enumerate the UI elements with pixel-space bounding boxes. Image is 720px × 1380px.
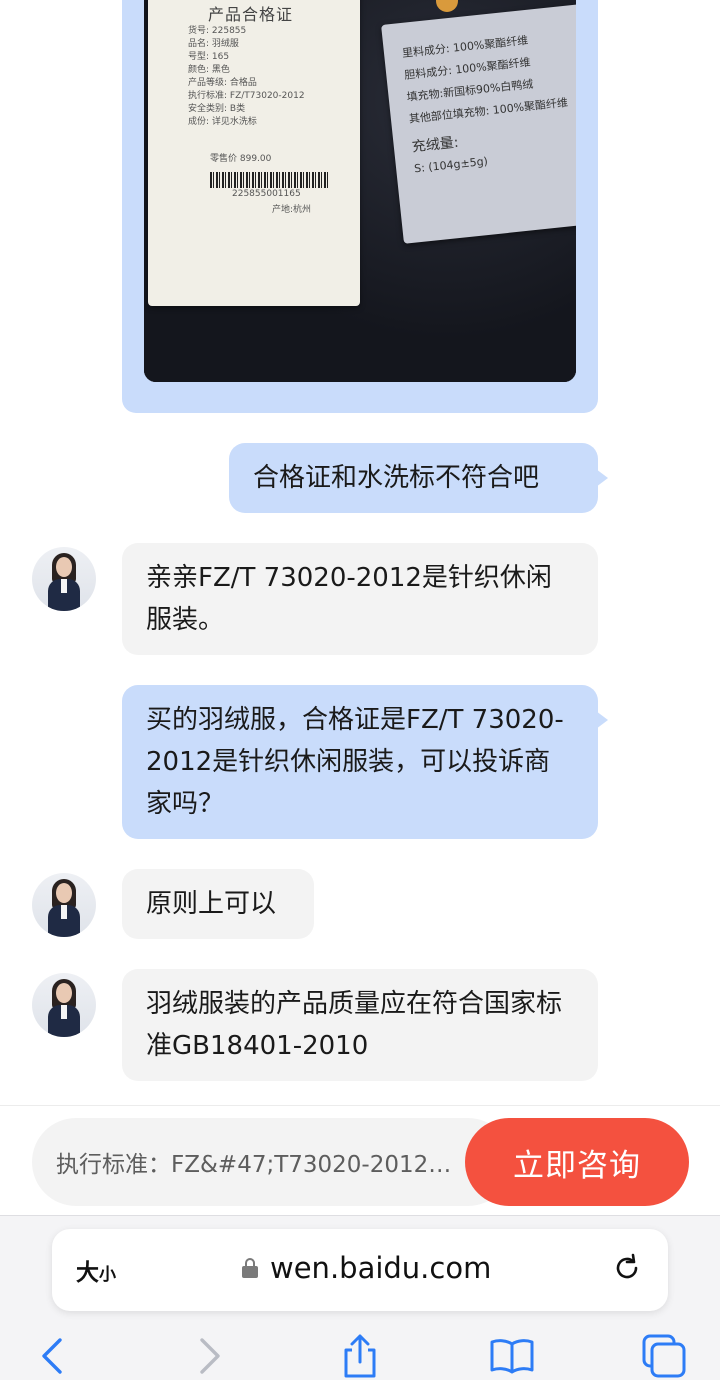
certificate-origin: 产地:杭州 xyxy=(272,205,312,215)
consult-bar: 执行标准：FZ&#47;T73020-2012是针织休闲服装 立即咨询 xyxy=(0,1105,720,1215)
forward-icon[interactable] xyxy=(186,1334,230,1378)
wash-label: 里料成分: 100%聚酯纤维 胆料成分: 100%聚酯纤维 填充物:新国标90%… xyxy=(381,4,576,244)
certificate-price: 零售价 899.00 xyxy=(210,154,272,164)
message-text: 原则上可以 xyxy=(146,889,277,919)
agent-avatar[interactable] xyxy=(32,973,96,1037)
back-icon[interactable] xyxy=(32,1334,76,1378)
question-input-text: 执行标准：FZ&#47;T73020-2012是针织休闲服装 xyxy=(56,1152,456,1178)
lock-icon xyxy=(242,1258,258,1278)
certificate-line: 执行标准: FZ/T73020-2012 xyxy=(188,91,305,101)
avatar-face xyxy=(56,557,72,577)
message-text: 合格证和水洗标不符合吧 xyxy=(253,463,540,493)
certificate-line: 颜色: 黑色 xyxy=(188,65,230,75)
message-text: 亲亲FZ/T 73020-2012是针织休闲服装。 xyxy=(146,563,552,635)
certificate-line: 货号: 225855 xyxy=(188,26,247,36)
agent-avatar[interactable] xyxy=(32,873,96,937)
text-size-button[interactable]: 大小 xyxy=(76,1253,116,1287)
avatar-face xyxy=(56,983,72,1003)
message-text: 买的羽绒服，合格证是FZ/T 73020-2012是针织休闲服装，可以投诉商家吗… xyxy=(146,705,564,819)
label-photo[interactable]: 产品合格证 货号: 225855 品名: 羽绒服 号型: 165 颜色: 黑色 … xyxy=(144,0,576,382)
certificate-line: 安全类别: B类 xyxy=(188,104,246,114)
avatar-shirt xyxy=(61,579,67,593)
avatar-face xyxy=(56,883,72,903)
barcode xyxy=(210,172,328,188)
message-bubble-user[interactable]: 买的羽绒服，合格证是FZ/T 73020-2012是针织休闲服装，可以投诉商家吗… xyxy=(122,685,608,839)
tabs-icon[interactable] xyxy=(642,1334,686,1378)
certificate-line: 号型: 165 xyxy=(188,52,230,62)
chat-area: 产品合格证 货号: 225855 品名: 羽绒服 号型: 165 颜色: 黑色 … xyxy=(0,0,720,1105)
message-bubble-agent[interactable]: 原则上可以 xyxy=(122,869,314,939)
question-input[interactable]: 执行标准：FZ&#47;T73020-2012是针织休闲服装 xyxy=(32,1118,512,1206)
message-text: 羽绒服装的产品质量应在符合国家标准GB18401-2010 xyxy=(146,989,563,1061)
address-bar[interactable]: 大小 wen.baidu.com xyxy=(52,1229,668,1311)
share-icon[interactable] xyxy=(338,1334,382,1378)
reload-icon[interactable] xyxy=(610,1251,644,1285)
consult-now-button[interactable]: 立即咨询 xyxy=(465,1118,689,1206)
certificate-line: 品名: 羽绒服 xyxy=(188,39,239,49)
certificate-tag: 产品合格证 货号: 225855 品名: 羽绒服 号型: 165 颜色: 黑色 … xyxy=(148,0,360,306)
message-bubble-user[interactable]: 合格证和水洗标不符合吧 xyxy=(229,443,608,513)
message-bubble-agent[interactable]: 亲亲FZ/T 73020-2012是针织休闲服装。 xyxy=(122,543,598,655)
barcode-number: 225855001165 xyxy=(232,189,301,199)
certificate-title: 产品合格证 xyxy=(208,5,294,24)
certificate-line: 成份: 详见水洗标 xyxy=(188,117,257,127)
url-display[interactable]: wen.baidu.com xyxy=(242,1251,491,1285)
browser-chrome: 大小 wen.baidu.com xyxy=(0,1215,720,1380)
avatar-shirt xyxy=(61,1005,67,1019)
text-size-small-label: 小 xyxy=(99,1265,116,1285)
image-message-bubble[interactable]: 产品合格证 货号: 225855 品名: 羽绒服 号型: 165 颜色: 黑色 … xyxy=(122,0,598,413)
url-text: wen.baidu.com xyxy=(270,1251,492,1285)
browser-toolbar xyxy=(0,1328,720,1378)
text-size-big-label: 大 xyxy=(76,1260,99,1286)
avatar-shirt xyxy=(61,905,67,919)
certificate-line: 产品等级: 合格品 xyxy=(188,78,257,88)
bookmarks-icon[interactable] xyxy=(490,1334,534,1378)
message-bubble-agent[interactable]: 羽绒服装的产品质量应在符合国家标准GB18401-2010 xyxy=(122,969,598,1081)
agent-avatar[interactable] xyxy=(32,547,96,611)
